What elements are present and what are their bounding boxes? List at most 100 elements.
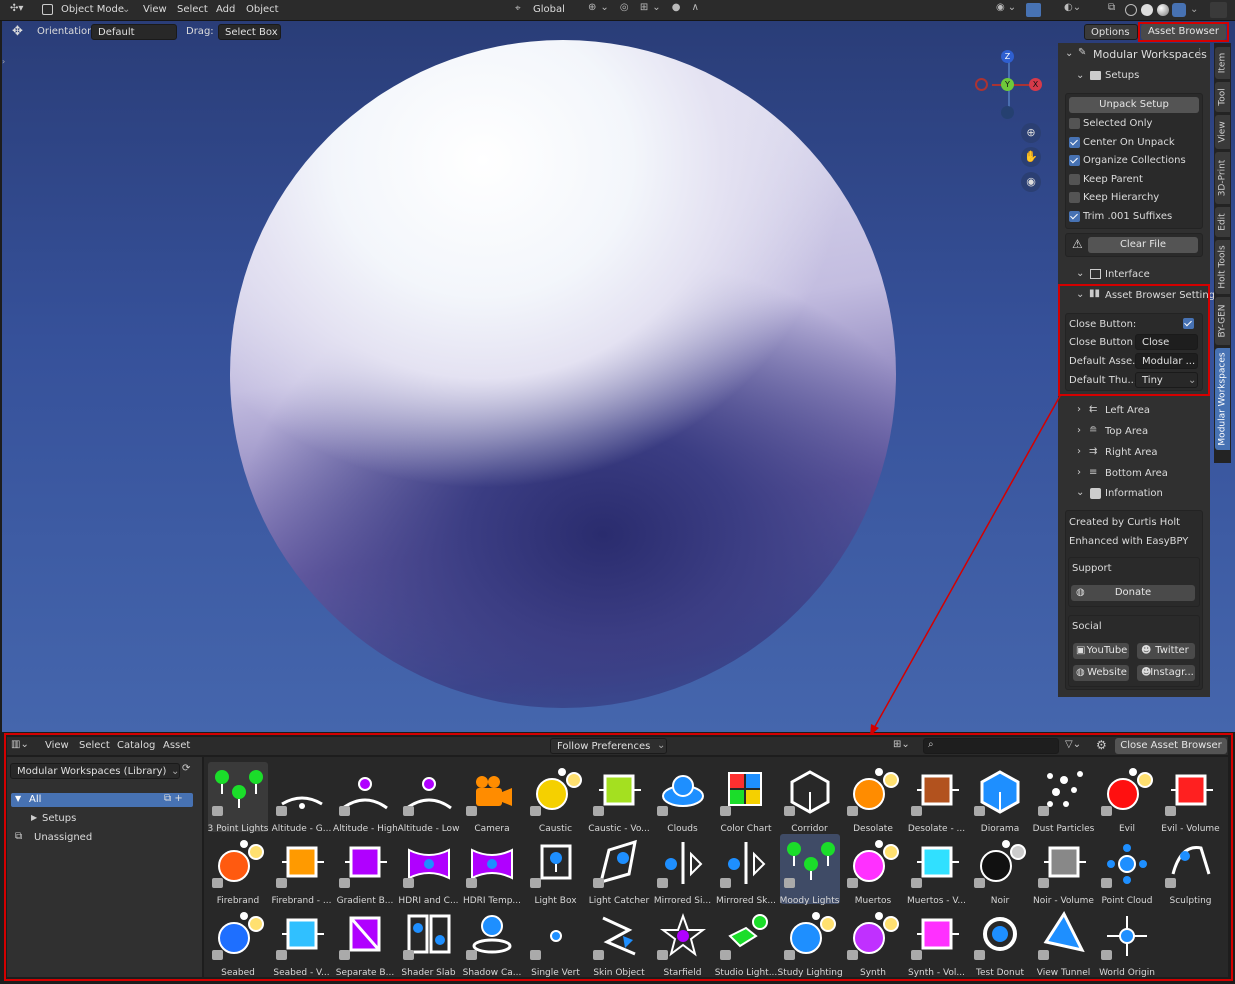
orientation-select[interactable]: Default	[91, 24, 177, 40]
overlay-icon[interactable]: ◐⌄	[1064, 3, 1081, 13]
pan-hand-icon[interactable]: ✋	[1021, 147, 1041, 167]
clear-file-button[interactable]: Clear File	[1088, 237, 1198, 253]
created-by-text: Created by Curtis Holt	[1069, 517, 1181, 528]
zoom-icon[interactable]: ⊕	[1021, 123, 1041, 143]
tab-item[interactable]: Item	[1215, 47, 1230, 79]
highlight-asset-browser	[4, 733, 1233, 981]
xray-icon[interactable]: ⧉	[1108, 3, 1115, 13]
chevron-down-icon: ⌄	[122, 4, 131, 15]
chevron-down-icon[interactable]: ⌄	[1076, 269, 1084, 279]
annotation-arrow	[870, 395, 1061, 736]
camera-view-icon[interactable]: ◉	[1021, 172, 1041, 192]
keep-hierarchy-label: Keep Hierarchy	[1083, 192, 1160, 203]
globe-icon: ◍	[1076, 587, 1085, 598]
x-axis-icon[interactable]: X	[1029, 78, 1042, 91]
donate-button[interactable]: Donate	[1071, 585, 1195, 601]
community-icon: ☻	[1141, 645, 1152, 656]
material-shading-icon[interactable]	[1157, 4, 1169, 16]
chevron-right-icon[interactable]: ›	[1077, 447, 1081, 457]
tab-view-label: View	[1217, 121, 1228, 143]
chevron-down-icon[interactable]: ⌄	[1076, 71, 1084, 81]
keep-parent-label: Keep Parent	[1083, 174, 1143, 185]
panel-title[interactable]: Modular Workspaces	[1093, 49, 1207, 60]
interface-icon	[1090, 269, 1101, 279]
move-icon: ✥	[12, 24, 23, 39]
chevron-down-icon[interactable]: ⌄	[1076, 488, 1084, 498]
enhanced-text: Enhanced with EasyBPY	[1069, 536, 1189, 547]
snap-icons[interactable]: ⊕⌄ ◎ ⊞⌄ ● ∧	[588, 3, 703, 13]
tab-holt-tools-label: Holt Tools	[1217, 245, 1228, 289]
tab-holt-tools[interactable]: Holt Tools	[1215, 240, 1230, 294]
menu-add[interactable]: Add	[216, 5, 235, 15]
video-icon: ▣	[1076, 645, 1086, 656]
drag-handle-icon[interactable]: ⁞	[1198, 48, 1201, 58]
information-subpanel[interactable]: Information	[1105, 489, 1163, 499]
selected-only-checkbox[interactable]	[1069, 118, 1080, 129]
interface-subpanel[interactable]: Interface	[1105, 270, 1150, 280]
rendered-shading-icon[interactable]	[1172, 3, 1186, 17]
tab-item-label: Item	[1217, 52, 1228, 74]
support-label: Support	[1072, 563, 1112, 574]
wireframe-shading-icon[interactable]	[1125, 4, 1137, 16]
tab-edit-label: Edit	[1217, 213, 1228, 231]
center-on-unpack-label: Center On Unpack	[1083, 137, 1175, 148]
tab-3d-print[interactable]: 3D-Print	[1215, 152, 1230, 204]
options-button[interactable]: Options	[1084, 24, 1138, 40]
bottom-area-subpanel[interactable]: Bottom Area	[1105, 469, 1168, 479]
menu-object[interactable]: Object	[246, 5, 279, 15]
navigation-gizmo[interactable]: Z Y X	[972, 50, 1042, 120]
keep-parent-checkbox[interactable]	[1069, 174, 1080, 185]
setups-subpanel[interactable]: Setups	[1105, 71, 1139, 81]
mode-select[interactable]: Object Mode	[61, 5, 124, 15]
right-area-subpanel[interactable]: Right Area	[1105, 448, 1158, 458]
sphere-object[interactable]	[230, 40, 896, 708]
tab-by-gen[interactable]: BY-GEN	[1215, 297, 1230, 345]
chevron-down-icon[interactable]: ⌄	[1190, 5, 1198, 15]
neg-z-axis-icon[interactable]	[1001, 106, 1014, 119]
solid-shading-icon[interactable]	[1141, 4, 1153, 16]
z-axis-icon[interactable]: Z	[1001, 50, 1014, 63]
orientation-label: Orientation:	[37, 26, 97, 37]
chevron-right-icon[interactable]: ›	[1077, 405, 1081, 415]
visibility-icons[interactable]: ◉⌄	[996, 3, 1019, 13]
trim-suffixes-label: Trim .001 Suffixes	[1083, 211, 1173, 222]
center-on-unpack-checkbox[interactable]	[1069, 137, 1080, 148]
pause-icon[interactable]	[1210, 2, 1227, 18]
chevron-right-icon[interactable]: ›	[1077, 468, 1081, 478]
editor-type-icon[interactable]: ✣▾	[10, 4, 23, 14]
tab-by-gen-label: BY-GEN	[1217, 304, 1228, 338]
community-icon: ☻	[1141, 667, 1152, 678]
neg-x-axis-icon[interactable]	[975, 78, 988, 91]
menu-select[interactable]: Select	[177, 5, 208, 15]
keep-hierarchy-checkbox[interactable]	[1069, 192, 1080, 203]
bottom-area-icon: ≡	[1089, 467, 1098, 478]
gizmo-toggle-icon[interactable]	[1026, 3, 1041, 17]
tab-tool-label: Tool	[1217, 88, 1228, 106]
warning-icon: ⚠	[1072, 237, 1083, 251]
unpack-setup-button[interactable]: Unpack Setup	[1069, 97, 1199, 113]
info-icon	[1090, 488, 1101, 499]
left-area-icon: ⇇	[1089, 404, 1098, 415]
chevron-down-icon[interactable]: ⌄	[1065, 49, 1073, 59]
chevron-right-icon[interactable]: ›	[1077, 426, 1081, 436]
organize-collections-checkbox[interactable]	[1069, 155, 1080, 166]
left-area-subpanel[interactable]: Left Area	[1105, 406, 1150, 416]
highlight-asset-browser-button	[1138, 22, 1229, 42]
menu-view[interactable]: View	[143, 5, 167, 15]
tab-modular-workspaces[interactable]: Modular Workspaces	[1215, 348, 1230, 450]
tab-tool[interactable]: Tool	[1215, 82, 1230, 112]
right-area-icon: ⇉	[1089, 446, 1098, 457]
wrench-icon: ✎	[1078, 47, 1087, 58]
object-mode-icon	[42, 4, 53, 15]
y-axis-icon[interactable]: Y	[1001, 78, 1014, 91]
organize-collections-label: Organize Collections	[1083, 155, 1186, 166]
toolbar-expand-icon[interactable]: ›	[2, 58, 5, 66]
drag-select[interactable]: Select Box	[218, 24, 281, 40]
transform-select[interactable]: Global	[533, 5, 565, 15]
drag-label: Drag:	[186, 26, 214, 37]
top-area-subpanel[interactable]: Top Area	[1105, 427, 1148, 437]
header-bar: ✣▾ Object Mode ⌄ View Select Add Object …	[0, 0, 1235, 21]
tab-view[interactable]: View	[1215, 115, 1230, 149]
tab-edit[interactable]: Edit	[1215, 207, 1230, 237]
trim-suffixes-checkbox[interactable]	[1069, 211, 1080, 222]
